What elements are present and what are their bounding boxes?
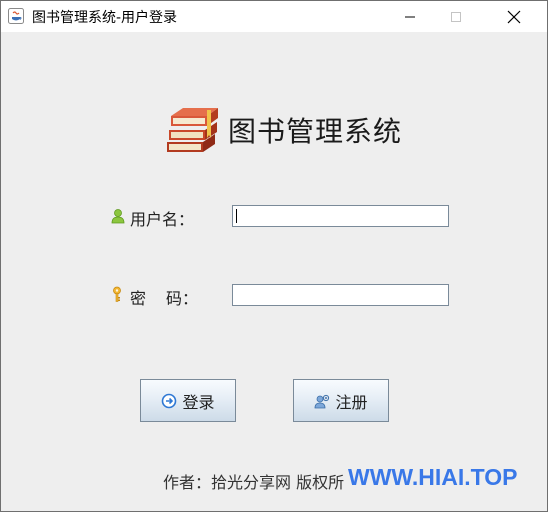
minimize-icon <box>405 16 415 17</box>
close-icon <box>507 10 521 23</box>
window-title: 图书管理系统-用户登录 <box>32 10 178 26</box>
login-panel: 图书管理系统 用户名： 密码： 登录 注册 作者：拾光分享网 版权所 WWW.H… <box>1 32 547 511</box>
close-button[interactable] <box>491 1 537 32</box>
watermark-text: WWW.HIAI.TOP <box>348 464 518 490</box>
login-arrow-icon <box>162 393 177 408</box>
author-footer: 作者：拾光分享网 版权所 <box>163 473 345 492</box>
user-icon <box>111 209 125 224</box>
maximize-icon <box>451 11 461 22</box>
app-title: 图书管理系统 <box>228 115 403 148</box>
books-icon <box>167 108 218 152</box>
login-button[interactable]: 登录 <box>140 379 236 422</box>
register-user-icon <box>315 394 330 408</box>
login-window: 图书管理系统-用户登录 图书管理系统 用户名： 密 码： 登录 注册 作者：拾光… <box>0 0 548 512</box>
login-button-label: 登录 <box>182 392 215 412</box>
java-app-icon <box>8 8 24 24</box>
username-input[interactable] <box>232 205 449 227</box>
register-button[interactable]: 注册 <box>293 379 389 422</box>
password-label-first: 密 <box>130 289 147 308</box>
maximize-button[interactable] <box>433 1 479 32</box>
minimize-button[interactable] <box>387 1 433 32</box>
key-icon <box>113 286 121 302</box>
password-input[interactable] <box>232 284 449 306</box>
register-button-label: 注册 <box>335 392 368 412</box>
username-label: 用户名： <box>130 210 195 229</box>
password-label: 密码： <box>130 285 198 309</box>
title-bar[interactable]: 图书管理系统-用户登录 <box>1 1 547 32</box>
password-label-second: 码： <box>166 289 199 308</box>
